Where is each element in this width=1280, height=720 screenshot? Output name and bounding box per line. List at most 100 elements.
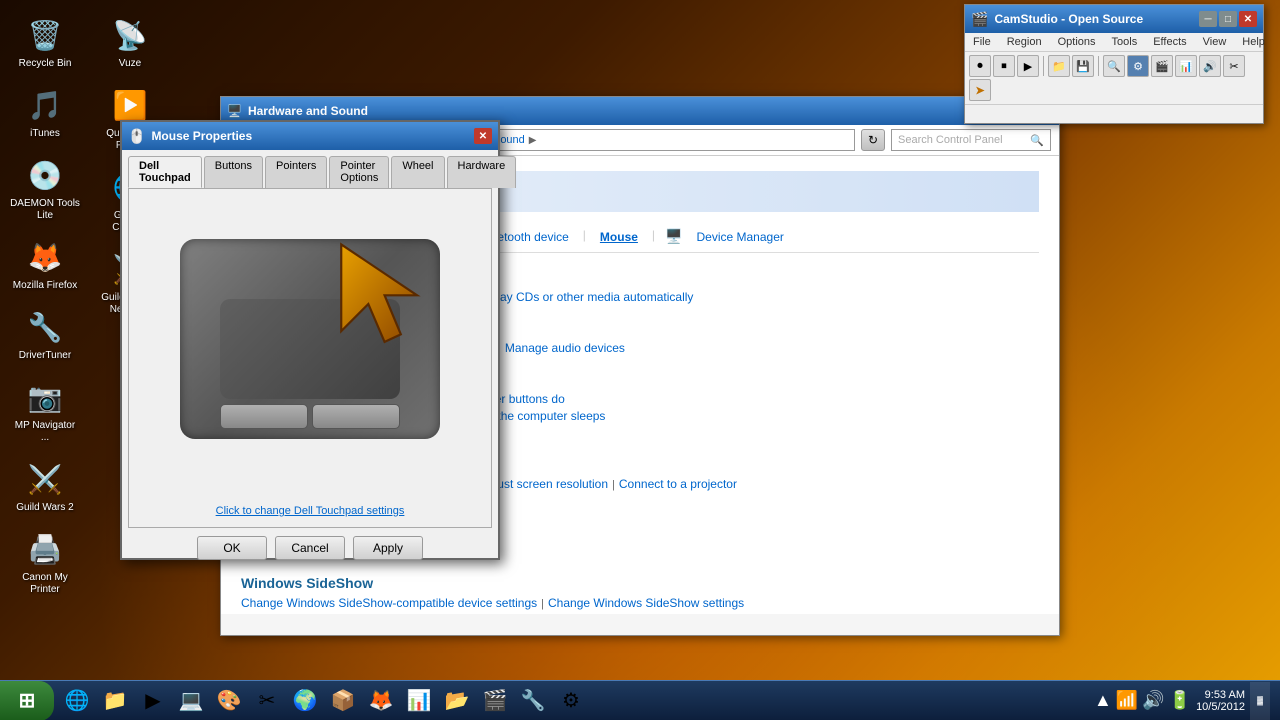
- tab-wheel[interactable]: Wheel: [391, 156, 444, 188]
- tray-battery-icon[interactable]: 🔋: [1169, 690, 1191, 711]
- taskbar-icon-tool2[interactable]: ⚙: [553, 683, 589, 719]
- mouse-dialog-controls: ✕: [474, 128, 492, 144]
- camstudio-window-icon: 🎬: [971, 11, 988, 28]
- camstudio-camera-button[interactable]: 🎬: [1151, 55, 1173, 77]
- sideshow-order-link[interactable]: Change the order of Windows SideShow gad…: [241, 613, 503, 614]
- camstudio-stop-button[interactable]: ⏹: [993, 55, 1015, 77]
- cp-refresh-button[interactable]: ↻: [861, 129, 885, 151]
- camstudio-window-controls: ─ □ ✕: [1199, 11, 1257, 27]
- desktop-icon-driver-tuner[interactable]: 🔧 DriverTuner: [10, 307, 80, 362]
- tab-pointers[interactable]: Pointers: [265, 156, 327, 188]
- taskbar-icon-ie[interactable]: 🌐: [59, 683, 95, 719]
- desktop-icon-firefox[interactable]: 🦊 Mozilla Firefox: [10, 237, 80, 292]
- taskbar-icon-explorer[interactable]: 💻: [173, 683, 209, 719]
- autoplay-cds-link[interactable]: Play CDs or other media automatically: [489, 290, 693, 304]
- taskbar-icon-chrome[interactable]: 🌍: [287, 683, 323, 719]
- mouse-apply-button[interactable]: Apply: [353, 536, 423, 560]
- camstudio-separator-2: [1098, 56, 1099, 76]
- camstudio-arrow-button[interactable]: ➤: [969, 79, 991, 101]
- camstudio-audio-button[interactable]: 🔊: [1199, 55, 1221, 77]
- mouse-dialog-close-button[interactable]: ✕: [474, 128, 492, 144]
- mouse-cancel-button[interactable]: Cancel: [275, 536, 345, 560]
- touchpad-buttons: [220, 404, 400, 429]
- action-sep3: |: [583, 228, 586, 246]
- cp-search-icon: 🔍: [1030, 134, 1044, 147]
- desktop: 🗑️ Recycle Bin 🎵 iTunes 💿 DAEMON Tools L…: [0, 0, 1280, 720]
- firefox-label: Mozilla Firefox: [13, 280, 77, 292]
- camstudio-save-button[interactable]: 💾: [1072, 55, 1094, 77]
- taskbar-icon-files[interactable]: 📂: [439, 683, 475, 719]
- camstudio-menu-region[interactable]: Region: [1003, 35, 1046, 49]
- camstudio-minimize-button[interactable]: ─: [1199, 11, 1217, 27]
- camstudio-stats-button[interactable]: 📊: [1175, 55, 1197, 77]
- tab-dell-touchpad[interactable]: Dell Touchpad: [128, 156, 202, 188]
- taskbar-icon-paint[interactable]: 🎨: [211, 683, 247, 719]
- camstudio-open-button[interactable]: 📁: [1048, 55, 1070, 77]
- start-button[interactable]: ⊞: [0, 681, 54, 720]
- tab-pointer-options[interactable]: Pointer Options: [329, 156, 389, 188]
- desktop-icon-guild-wars[interactable]: ⚔️ Guild Wars 2: [10, 459, 80, 514]
- mouse-ok-button[interactable]: OK: [197, 536, 267, 560]
- camstudio-menubar: File Region Options Tools Effects View H…: [965, 33, 1263, 52]
- driver-tuner-label: DriverTuner: [19, 350, 71, 362]
- taskbar: ⊞ 🌐 📁 ▶ 💻 🎨 ✂ 🌍 📦 🦊 📊 📂 🎬 🔧 ⚙ ▲ 📶 🔊 🔋: [0, 680, 1280, 720]
- camstudio-zoom-button[interactable]: 🔍: [1103, 55, 1125, 77]
- camstudio-menu-help[interactable]: Help: [1238, 35, 1269, 49]
- camstudio-settings-button[interactable]: ⚙: [1127, 55, 1149, 77]
- touchpad-settings-link[interactable]: Click to change Dell Touchpad settings: [216, 505, 405, 517]
- camstudio-edit-button[interactable]: ✂: [1223, 55, 1245, 77]
- camstudio-maximize-button[interactable]: □: [1219, 11, 1237, 27]
- mouse-dialog-icon: 🖱️: [128, 128, 145, 145]
- cp-search-box[interactable]: Search Control Panel 🔍: [891, 129, 1051, 151]
- taskbar-icon-snipping[interactable]: ✂: [249, 683, 285, 719]
- tray-network-icon[interactable]: 📶: [1116, 690, 1138, 711]
- camstudio-play-button[interactable]: ▶: [1017, 55, 1039, 77]
- show-desktop-button[interactable]: ▓: [1250, 682, 1270, 720]
- camstudio-titlebar[interactable]: 🎬 CamStudio - Open Source ─ □ ✕: [965, 5, 1263, 33]
- camstudio-menu-tools[interactable]: Tools: [1108, 35, 1142, 49]
- taskbar-icon-tool1[interactable]: 🔧: [515, 683, 551, 719]
- clock-date: 10/5/2012: [1196, 701, 1245, 713]
- tab-buttons[interactable]: Buttons: [204, 156, 263, 188]
- taskbar-icon-media[interactable]: ▶: [135, 683, 171, 719]
- camstudio-close-button[interactable]: ✕: [1239, 11, 1257, 27]
- taskbar-icon-powerpoint[interactable]: 📊: [401, 683, 437, 719]
- mouse-dialog-titlebar[interactable]: 🖱️ Mouse Properties ✕: [122, 122, 498, 150]
- mouse-dialog-footer: OK Cancel Apply: [122, 528, 498, 568]
- cursor-arrow-icon: [330, 239, 450, 369]
- mouse-link[interactable]: Mouse: [596, 228, 642, 246]
- sideshow-compatible-link[interactable]: Change Windows SideShow-compatible devic…: [241, 596, 537, 610]
- itunes-label: iTunes: [30, 128, 60, 140]
- quicktime-icon: ▶️: [110, 85, 150, 125]
- firefox-icon: 🦊: [25, 237, 65, 277]
- camstudio-menu-file[interactable]: File: [969, 35, 995, 49]
- touchpad-right-button: [312, 404, 400, 429]
- sound-manage-link[interactable]: Manage audio devices: [505, 341, 625, 355]
- desktop-icon-canon[interactable]: 🖨️ Canon My Printer: [10, 529, 80, 596]
- clock-area[interactable]: 9:53 AM 10/5/2012: [1196, 689, 1245, 713]
- taskbar-icon-firefox[interactable]: 🦊: [363, 683, 399, 719]
- desktop-icon-recycle-bin[interactable]: 🗑️ Recycle Bin: [10, 15, 80, 70]
- device-manager-link[interactable]: Device Manager: [692, 228, 787, 246]
- taskbar-right: ▲ 📶 🔊 🔋 9:53 AM 10/5/2012 ▓: [1084, 682, 1280, 720]
- itunes-icon: 🎵: [25, 85, 65, 125]
- mp-navigator-icon: 📷: [25, 377, 65, 417]
- camstudio-record-button[interactable]: ⏺: [969, 55, 991, 77]
- tray-volume-icon[interactable]: 🔊: [1142, 690, 1164, 711]
- taskbar-icon-movie[interactable]: 🎬: [477, 683, 513, 719]
- sideshow-settings-link[interactable]: Change Windows SideShow settings: [548, 596, 744, 610]
- desktop-icon-vuze[interactable]: 📡 Vuze: [95, 15, 165, 70]
- taskbar-icon-folder[interactable]: 📁: [97, 683, 133, 719]
- camstudio-menu-options[interactable]: Options: [1054, 35, 1100, 49]
- tab-hardware[interactable]: Hardware: [447, 156, 517, 188]
- sideshow-wakeup-link[interactable]: Change PC wakeup settings: [514, 613, 665, 614]
- recycle-bin-icon: 🗑️: [25, 15, 65, 55]
- camstudio-menu-view[interactable]: View: [1199, 35, 1231, 49]
- desktop-icon-itunes[interactable]: 🎵 iTunes: [10, 85, 80, 140]
- taskbar-icon-archive[interactable]: 📦: [325, 683, 361, 719]
- desktop-icon-daemon-tools[interactable]: 💿 DAEMON Tools Lite: [10, 155, 80, 222]
- tray-expand-icon[interactable]: ▲: [1094, 690, 1112, 711]
- camstudio-menu-effects[interactable]: Effects: [1149, 35, 1190, 49]
- display-projector-link[interactable]: Connect to a projector: [619, 477, 737, 491]
- desktop-icon-mp-navigator[interactable]: 📷 MP Navigator ...: [10, 377, 80, 444]
